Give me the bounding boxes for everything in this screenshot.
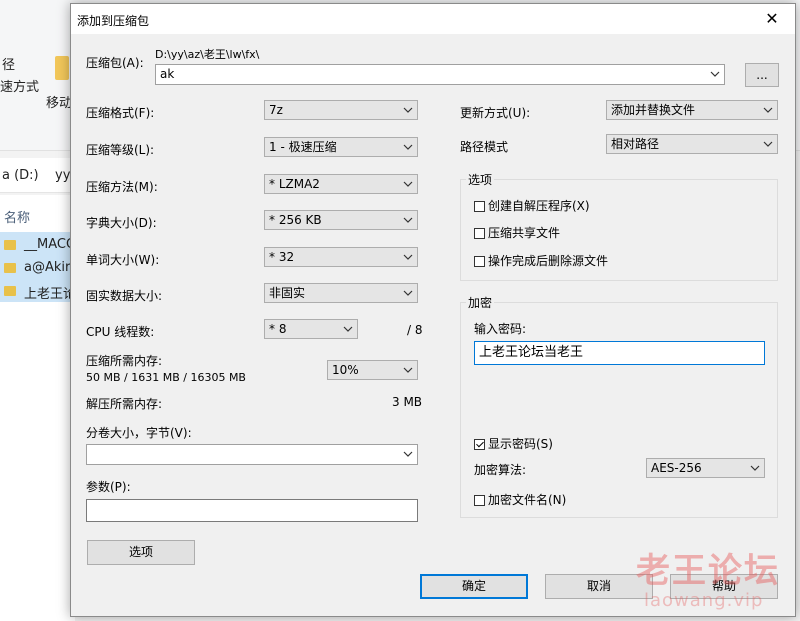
archive-path: D:\yy\az\老王\lw\fx\ bbox=[155, 48, 260, 61]
watermark-url: laowang.vip bbox=[644, 590, 764, 611]
cpu-threads-max: / 8 bbox=[407, 323, 423, 337]
checkbox-box[interactable] bbox=[474, 256, 485, 267]
password-input[interactable]: 上老王论坛当老王 bbox=[474, 341, 765, 365]
delete-after-label: 操作完成后删除源文件 bbox=[488, 254, 609, 268]
encryption-method-value: AES-256 bbox=[651, 461, 702, 475]
encrypt-names-label: 加密文件名(N) bbox=[488, 493, 567, 507]
create-sfx-label: 创建自解压程序(X) bbox=[488, 199, 590, 213]
level-select[interactable]: 1 - 极速压缩 bbox=[264, 137, 418, 157]
move-to-icon[interactable] bbox=[55, 56, 69, 80]
close-button[interactable]: ✕ bbox=[749, 4, 795, 34]
cpu-threads-select[interactable]: * 8 bbox=[264, 319, 358, 339]
folder-icon bbox=[4, 263, 16, 273]
volume-size-combo[interactable] bbox=[86, 444, 418, 465]
address-drive[interactable]: a (D:) bbox=[2, 168, 39, 183]
show-password-label: 显示密码(S) bbox=[488, 437, 553, 451]
chevron-down-icon[interactable] bbox=[403, 288, 413, 298]
checkbox-box[interactable] bbox=[474, 495, 485, 506]
path-mode-value: 相对路径 bbox=[611, 137, 660, 151]
folder-icon bbox=[4, 286, 16, 296]
solid-size-select[interactable]: 非固实 bbox=[264, 283, 418, 303]
compression-memory-label: 压缩所需内存: bbox=[86, 354, 163, 368]
options-button[interactable]: 选项 bbox=[87, 540, 195, 565]
column-header-name[interactable]: 名称 bbox=[4, 207, 30, 226]
dictionary-value: * 256 KB bbox=[269, 213, 322, 227]
chevron-down-icon[interactable] bbox=[403, 215, 413, 225]
ribbon-text: 径 bbox=[2, 58, 16, 73]
folder-icon bbox=[4, 240, 16, 250]
chevron-down-icon[interactable] bbox=[403, 252, 413, 262]
method-select[interactable]: * LZMA2 bbox=[264, 174, 418, 194]
format-value: 7z bbox=[269, 103, 283, 117]
dictionary-select[interactable]: * 256 KB bbox=[264, 210, 418, 230]
list-item[interactable]: 上老王论 bbox=[24, 283, 76, 302]
chevron-down-icon[interactable] bbox=[750, 463, 760, 473]
browse-button[interactable]: ... bbox=[745, 63, 779, 87]
parameters-input[interactable] bbox=[86, 499, 418, 522]
word-size-label: 单词大小(W): bbox=[86, 253, 160, 267]
path-mode-select[interactable]: 相对路径 bbox=[606, 134, 778, 154]
add-to-archive-dialog: 添加到压缩包 ✕ 压缩包(A): D:\yy\az\老王\lw\fx\ ak .… bbox=[70, 3, 796, 617]
password-label: 输入密码: bbox=[474, 322, 527, 336]
word-size-select[interactable]: * 32 bbox=[264, 247, 418, 267]
solid-size-value: 非固实 bbox=[269, 286, 306, 300]
method-value: * LZMA2 bbox=[269, 177, 320, 191]
cpu-threads-label: CPU 线程数: bbox=[86, 325, 155, 339]
format-select[interactable]: 7z bbox=[264, 100, 418, 120]
compress-shared-label: 压缩共享文件 bbox=[488, 226, 561, 240]
chevron-down-icon[interactable] bbox=[763, 139, 773, 149]
chevron-down-icon[interactable] bbox=[763, 105, 773, 115]
create-sfx-checkbox[interactable]: 创建自解压程序(X) bbox=[474, 197, 590, 214]
compress-shared-checkbox[interactable]: 压缩共享文件 bbox=[474, 224, 560, 241]
ribbon-move-button[interactable]: 移动 bbox=[46, 92, 72, 111]
update-mode-label: 更新方式(U): bbox=[460, 106, 531, 120]
archive-name-value: ak bbox=[160, 67, 175, 81]
show-password-checkbox[interactable]: 显示密码(S) bbox=[474, 435, 553, 452]
method-label: 压缩方法(M): bbox=[86, 180, 158, 194]
chevron-down-icon[interactable] bbox=[403, 449, 413, 459]
encryption-group-title: 加密 bbox=[466, 294, 495, 311]
level-label: 压缩等级(L): bbox=[86, 143, 155, 157]
chevron-down-icon[interactable] bbox=[343, 324, 353, 334]
decompression-memory-value: 3 MB bbox=[392, 395, 423, 409]
archive-name-combo[interactable]: ak bbox=[155, 64, 725, 85]
chevron-down-icon[interactable] bbox=[403, 365, 413, 375]
options-group-title: 选项 bbox=[466, 171, 495, 188]
update-mode-select[interactable]: 添加并替换文件 bbox=[606, 100, 778, 120]
list-item[interactable]: __MACO bbox=[24, 237, 76, 252]
encryption-method-label: 加密算法: bbox=[474, 463, 527, 477]
watermark-text: 老王论坛 bbox=[636, 551, 780, 591]
encryption-method-select[interactable]: AES-256 bbox=[646, 458, 765, 478]
archive-label: 压缩包(A): bbox=[86, 56, 144, 70]
parameters-label: 参数(P): bbox=[86, 480, 131, 494]
dictionary-label: 字典大小(D): bbox=[86, 216, 157, 230]
volume-size-label: 分卷大小，字节(V): bbox=[86, 426, 192, 440]
address-folder[interactable]: yy bbox=[55, 168, 70, 183]
chevron-down-icon[interactable] bbox=[403, 179, 413, 189]
ribbon-text: 速方式 bbox=[0, 80, 40, 95]
update-mode-value: 添加并替换文件 bbox=[611, 103, 696, 117]
chevron-down-icon[interactable] bbox=[403, 142, 413, 152]
ok-button[interactable]: 确定 bbox=[420, 574, 528, 599]
title-bar[interactable]: 添加到压缩包 ✕ bbox=[71, 4, 795, 34]
decompression-memory-label: 解压所需内存: bbox=[86, 397, 163, 411]
encrypt-names-checkbox[interactable]: 加密文件名(N) bbox=[474, 491, 566, 508]
format-label: 压缩格式(F): bbox=[86, 106, 155, 120]
solid-size-label: 固实数据大小: bbox=[86, 289, 163, 303]
cpu-threads-value: * 8 bbox=[269, 322, 287, 336]
checkbox-box[interactable] bbox=[474, 439, 485, 450]
compression-memory-value: 50 MB / 1631 MB / 16305 MB bbox=[86, 371, 246, 384]
dialog-title: 添加到压缩包 bbox=[77, 14, 150, 28]
word-size-value: * 32 bbox=[269, 250, 295, 264]
chevron-down-icon[interactable] bbox=[403, 105, 413, 115]
level-value: 1 - 极速压缩 bbox=[269, 140, 337, 154]
memory-usage-value: 10% bbox=[332, 363, 359, 377]
delete-after-checkbox[interactable]: 操作完成后删除源文件 bbox=[474, 252, 608, 269]
path-mode-label: 路径模式 bbox=[460, 140, 509, 154]
checkbox-box[interactable] bbox=[474, 228, 485, 239]
chevron-down-icon[interactable] bbox=[710, 69, 720, 79]
checkbox-box[interactable] bbox=[474, 201, 485, 212]
memory-usage-select[interactable]: 10% bbox=[327, 360, 418, 380]
